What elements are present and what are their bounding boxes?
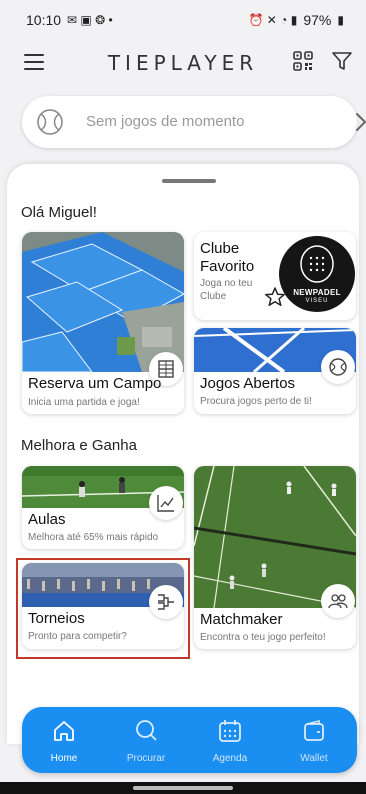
gesture-bar (0, 782, 366, 794)
nav-wallet[interactable]: Wallet (274, 718, 354, 764)
card-subtitle: Procura jogos perto de ti! (200, 396, 312, 407)
bottom-navigation: Home Procurar Agenda Wallet (22, 707, 357, 773)
card-title-line1: Clube (200, 240, 240, 257)
card-matchmaker[interactable]: Matchmaker Encontra o teu jogo perfeito! (194, 466, 356, 649)
tennis-ball-icon (37, 109, 63, 135)
nav-agenda[interactable]: Agenda (190, 718, 270, 764)
star-icon[interactable] (264, 286, 286, 308)
status-right: ⏰ ✕ ◔ ▮ 97% ▮ (249, 12, 345, 28)
card-clube-favorito[interactable]: Clube Favorito Joga no teu Clube NEWPADE… (194, 232, 356, 320)
card-title: Aulas (28, 511, 66, 528)
card-title: Jogos Abertos (200, 375, 296, 392)
home-icon (54, 721, 74, 741)
card-reserva-campo[interactable]: Reserva um Campo Inicia uma partida e jo… (22, 232, 184, 414)
filter-icon[interactable] (331, 50, 353, 72)
card-jogos-abertos[interactable]: Jogos Abertos Procura jogos perto de ti! (194, 328, 356, 414)
home-indicator[interactable] (133, 786, 233, 790)
card-title-line2: Favorito (200, 258, 255, 275)
nav-label: Home (50, 753, 78, 764)
status-time: 10:10 (26, 12, 62, 28)
card-subtitle: Encontra o teu jogo perfeito! (200, 632, 326, 643)
status-bar: 10:10 ✉ ▣ ❂ • ⏰ ✕ ◔ ▮ 97% ▮ (0, 0, 366, 40)
club-logo: NEWPADEL VISEU (279, 236, 355, 312)
current-games-bar[interactable]: Sem jogos de momento (22, 96, 366, 148)
nav-label: Wallet (300, 753, 328, 764)
card-subtitle: Inicia uma partida e joga! (28, 397, 140, 408)
card-aulas[interactable]: Aulas Melhora até 65% mais rápido (22, 466, 184, 549)
tournament-bracket-icon (149, 585, 183, 619)
card-subtitle: Pronto para competir? (28, 631, 127, 642)
search-icon (136, 720, 157, 741)
app-bar: TIEPLAYER (0, 40, 366, 84)
nav-label: Agenda (212, 753, 248, 764)
status-left: 10:10 ✉ ▣ ❂ • (26, 12, 113, 28)
card-subtitle-line2: Clube (200, 291, 227, 302)
card-title: Matchmaker (200, 611, 283, 628)
chart-trend-icon (149, 486, 183, 520)
notification-icons: ✉ ▣ ❂ • (67, 13, 113, 27)
card-subtitle-line1: Joga no teu (200, 278, 253, 289)
card-title: Torneios (28, 610, 85, 627)
sheet-handle[interactable] (162, 179, 216, 183)
section-title-improve: Melhora e Ganha (21, 437, 137, 454)
people-icon (321, 584, 355, 618)
no-games-text: Sem jogos de momento (86, 113, 245, 130)
club-logo-city: VISEU (305, 298, 329, 304)
card-title: Reserva um Campo (28, 375, 162, 392)
court-aerial-image (22, 232, 184, 372)
chevron-right-icon (356, 113, 366, 131)
calendar-icon (219, 720, 241, 742)
qr-code-icon[interactable] (292, 50, 314, 72)
nav-label: Procurar (126, 753, 166, 764)
ball-icon (321, 350, 355, 384)
greeting: Olá Miguel! (21, 204, 97, 221)
wallet-icon (304, 719, 324, 741)
system-icons: ⏰ ✕ ◔ ▮ (248, 13, 298, 27)
club-logo-name: NEWPADEL (293, 288, 341, 297)
nav-home[interactable]: Home (24, 718, 104, 764)
card-torneios[interactable]: Torneios Pronto para competir? (22, 563, 184, 649)
nav-procurar[interactable]: Procurar (106, 718, 186, 764)
card-subtitle: Melhora até 65% mais rápido (28, 532, 159, 543)
battery-level: 97% (303, 12, 332, 28)
battery-icon: ▮ (337, 13, 344, 27)
home-sheet: Olá Miguel! Reserva um Campo Inicia uma … (7, 164, 359, 744)
